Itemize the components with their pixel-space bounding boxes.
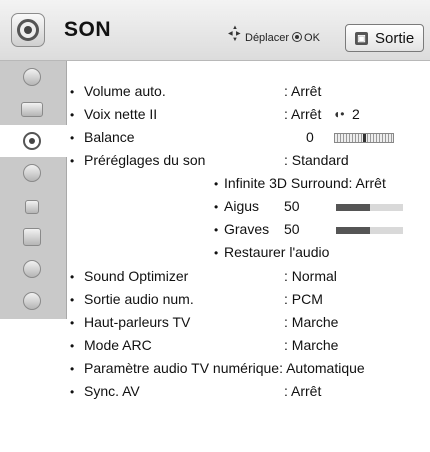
menu-item-value: : Normal xyxy=(284,268,337,284)
sidebar-item-support[interactable] xyxy=(0,285,66,317)
treble-level-bar[interactable] xyxy=(336,204,403,211)
menu-item-label: Préréglages du son xyxy=(84,152,206,168)
voice-icon: ◖• xyxy=(333,107,345,121)
navigation-arrows-icon: ▲ ◀ ▶ ▼ xyxy=(228,25,241,43)
exit-button[interactable]: ▣ Sortie xyxy=(345,24,424,52)
menu-item-value: : Arrêt xyxy=(284,383,322,399)
monitor-icon xyxy=(21,102,43,117)
menu-item-value: 0 xyxy=(306,129,314,145)
menu-item-label: Mode ARC xyxy=(84,337,152,353)
sidebar-item-picture[interactable] xyxy=(0,93,66,125)
menu-item-value: 50 xyxy=(284,198,300,214)
menu-item-label: Restaurer l'audio xyxy=(224,244,330,260)
sidebar-item-option[interactable] xyxy=(0,221,66,253)
menu-item-value: : Marche xyxy=(284,314,339,330)
lock-icon xyxy=(25,200,39,214)
sidebar-item-picture-format[interactable] xyxy=(0,61,66,93)
exit-button-label: Sortie xyxy=(375,30,415,47)
menu-item-label: Balance xyxy=(84,129,135,145)
submenu-item-graves[interactable]: • Graves 50 xyxy=(214,221,428,241)
box-icon xyxy=(23,228,41,246)
globe-icon xyxy=(23,260,41,278)
menu-item-label: Aigus xyxy=(224,198,260,214)
menu-item-value: : Standard xyxy=(284,152,349,168)
clock-icon xyxy=(23,164,41,182)
sidebar-item-sound[interactable] xyxy=(0,125,67,157)
menu-item-label: Paramètre audio TV numérique: Automatiqu… xyxy=(84,360,365,376)
disc-icon xyxy=(23,68,41,86)
menu-header: SON ▲ ◀ ▶ ▼ Déplacer OK ▣ Sortie xyxy=(0,0,430,61)
menu-item-value: : Marche xyxy=(284,337,339,353)
bass-level-bar[interactable] xyxy=(336,227,403,234)
menu-item-label: Haut-parleurs TV xyxy=(84,314,191,330)
voice-level: 2 xyxy=(352,106,360,122)
menu-item-label: Sound Optimizer xyxy=(84,268,189,284)
sidebar-item-network[interactable] xyxy=(0,253,66,285)
submenu-item-aigus[interactable]: • Aigus 50 xyxy=(214,198,428,218)
menu-item-label: Volume auto. xyxy=(84,83,166,99)
menu-item-label: Sortie audio num. xyxy=(84,291,194,307)
menu-item-label: Voix nette II xyxy=(84,106,158,122)
sound-icon xyxy=(11,13,45,47)
menu-item-label: Sync. AV xyxy=(84,383,140,399)
ok-button-icon xyxy=(292,32,303,42)
menu-item-value: : Arrêt xyxy=(284,106,322,122)
sidebar-item-time[interactable] xyxy=(0,157,66,189)
move-hint-label: Déplacer xyxy=(245,32,290,44)
menu-item-label: Graves xyxy=(224,221,270,237)
sound-icon xyxy=(23,132,41,150)
menu-item-value: : Arrêt xyxy=(284,83,322,99)
exit-key-icon: ▣ xyxy=(355,32,368,45)
sidebar-item-lock[interactable] xyxy=(0,189,66,221)
balance-slider[interactable] xyxy=(334,133,394,143)
category-sidebar xyxy=(0,61,67,319)
menu-item-value: : PCM xyxy=(284,291,323,307)
menu-item-label: Infinite 3D Surround: Arrêt xyxy=(224,175,386,191)
page-title: SON xyxy=(64,18,112,41)
menu-item-value: 50 xyxy=(284,221,300,237)
help-icon xyxy=(23,292,41,310)
ok-hint-label: OK xyxy=(304,32,320,44)
